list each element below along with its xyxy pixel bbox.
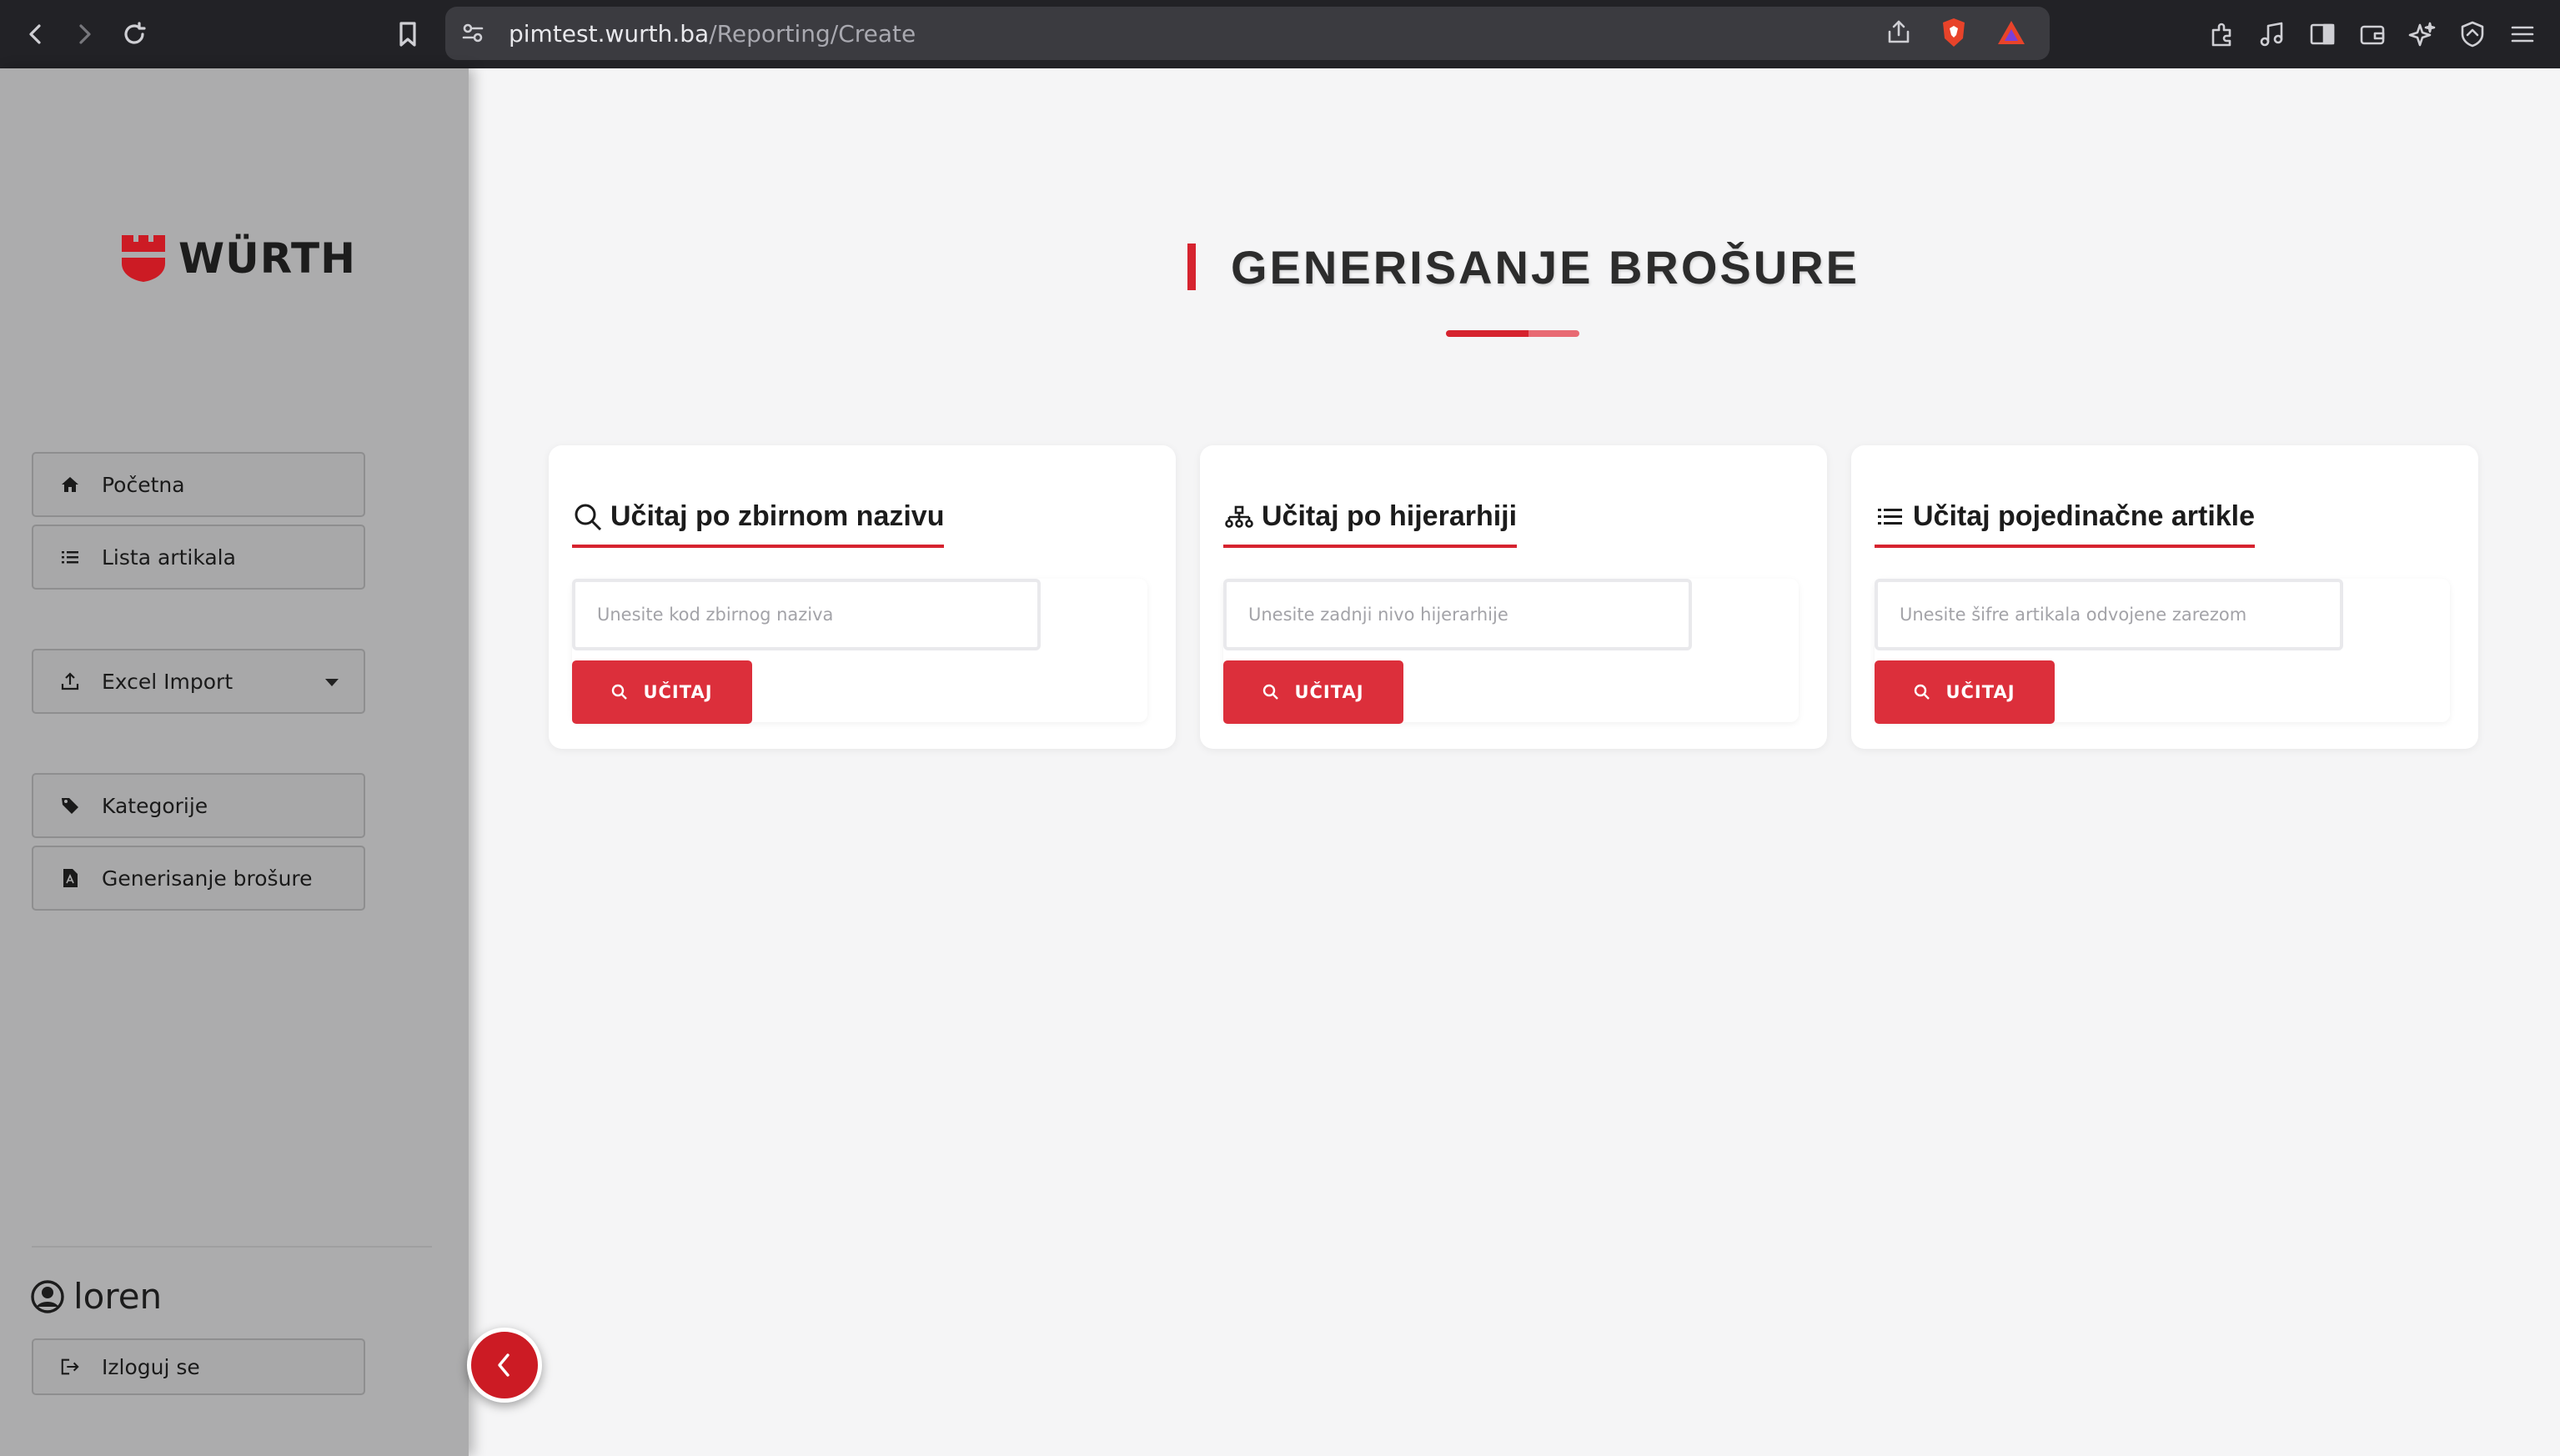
url-text: pimtest.wurth.ba/Reporting/Create	[509, 20, 916, 48]
browser-toolbar: pimtest.wurth.ba/Reporting/Create	[0, 0, 2560, 68]
card-form: UČITAJ	[1223, 579, 1799, 724]
ucitaj-button[interactable]: UČITAJ	[1223, 660, 1403, 724]
list-icon	[1875, 501, 1906, 533]
card-zbirni-naziv: Učitaj po zbirnom nazivu UČITAJ	[549, 445, 1176, 749]
chevron-left-icon	[498, 1353, 509, 1377]
sidebar-item-label: Početna	[102, 472, 185, 497]
menu-icon[interactable]	[2503, 15, 2542, 53]
card-heading: Učitaj pojedinačne artikle	[1875, 500, 2256, 548]
vpn-icon[interactable]	[2453, 15, 2492, 53]
card-heading-text: Učitaj po zbirnom nazivu	[610, 500, 945, 532]
sidebar-item-label: Lista artikala	[102, 545, 236, 570]
ucitaj-button-label: UČITAJ	[1945, 682, 2015, 702]
card-hijerarhija: Učitaj po hijerarhiji UČITAJ	[1200, 445, 1827, 749]
ucitaj-button-label: UČITAJ	[643, 682, 713, 702]
logout-icon	[60, 1357, 80, 1377]
card-heading: Učitaj po hijerarhiji	[1223, 500, 1518, 548]
card-form: UČITAJ	[572, 579, 1147, 724]
card-heading: Učitaj po zbirnom nazivu	[572, 500, 945, 548]
zbirni-naziv-input[interactable]	[572, 579, 1041, 650]
card-pojedinacni-artikli: Učitaj pojedinačne artikle UČITAJ	[1851, 445, 2478, 749]
card-form: UČITAJ	[1875, 579, 2450, 724]
address-bar[interactable]: pimtest.wurth.ba/Reporting/Create	[445, 7, 2050, 60]
wurth-logo[interactable]: WÜRTH	[120, 233, 356, 284]
forward-icon[interactable]	[65, 15, 103, 53]
rewards-icon[interactable]	[1996, 18, 2026, 51]
sidebar-item-lista-artikala[interactable]: Lista artikala	[32, 525, 365, 590]
card-heading-text: Učitaj pojedinačne artikle	[1913, 500, 2256, 532]
brave-shield-icon[interactable]	[1940, 17, 1968, 53]
user-avatar-icon	[31, 1279, 64, 1313]
caret-down-icon	[325, 679, 339, 686]
hierarchy-icon	[1223, 501, 1255, 533]
site-settings-icon[interactable]	[460, 20, 485, 49]
logout-label: Izloguj se	[102, 1354, 200, 1379]
sidebar-item-kategorije[interactable]: Kategorije	[32, 773, 365, 838]
user-profile: loren	[30, 1276, 162, 1317]
search-icon	[572, 501, 604, 533]
sidebar-item-pocetna[interactable]: Početna	[32, 452, 365, 517]
sidebar-item-excel-import[interactable]: Excel Import	[32, 649, 365, 714]
logo-text: WÜRTH	[178, 234, 356, 283]
sidebar-toggle-icon[interactable]	[2303, 15, 2342, 53]
sifre-artikala-input[interactable]	[1875, 579, 2343, 650]
tag-icon	[60, 796, 80, 816]
sidebar-divider	[32, 1246, 432, 1248]
music-icon[interactable]	[2253, 15, 2291, 53]
user-name: loren	[73, 1276, 163, 1317]
card-heading-text: Učitaj po hijerarhiji	[1262, 500, 1518, 532]
wurth-logo-icon	[122, 235, 165, 282]
sidebar-item-label: Excel Import	[102, 669, 233, 694]
list-icon	[60, 547, 80, 567]
page-title: GENERISANJE BROŠURE	[1231, 241, 1860, 294]
pdf-file-icon	[60, 868, 80, 888]
home-icon	[60, 474, 80, 495]
back-icon[interactable]	[17, 15, 55, 53]
search-icon	[1914, 683, 1932, 701]
search-icon	[1262, 683, 1281, 701]
search-icon	[611, 683, 630, 701]
sidebar: WÜRTH Početna Lista artikala Excel Impor…	[0, 68, 469, 1456]
title-accent-bar	[1187, 244, 1196, 290]
share-icon[interactable]	[1885, 18, 1913, 51]
upload-icon	[60, 671, 80, 691]
logout-button[interactable]: Izloguj se	[32, 1338, 365, 1395]
sidebar-item-label: Kategorije	[102, 793, 208, 818]
ucitaj-button-label: UČITAJ	[1294, 682, 1364, 702]
sidebar-item-label: Generisanje brošure	[102, 866, 313, 891]
reload-icon[interactable]	[115, 15, 153, 53]
extensions-icon[interactable]	[2203, 15, 2241, 53]
wallet-icon[interactable]	[2353, 15, 2392, 53]
hijerarhija-input[interactable]	[1223, 579, 1692, 650]
collapse-sidebar-button[interactable]	[467, 1328, 542, 1403]
sidebar-item-generisanje-brosure[interactable]: Generisanje brošure	[32, 846, 365, 911]
ucitaj-button[interactable]: UČITAJ	[572, 660, 752, 724]
title-underline	[1446, 330, 1579, 337]
ucitaj-button[interactable]: UČITAJ	[1875, 660, 2055, 724]
bookmark-icon[interactable]	[389, 15, 427, 53]
leo-ai-icon[interactable]	[2403, 15, 2442, 53]
